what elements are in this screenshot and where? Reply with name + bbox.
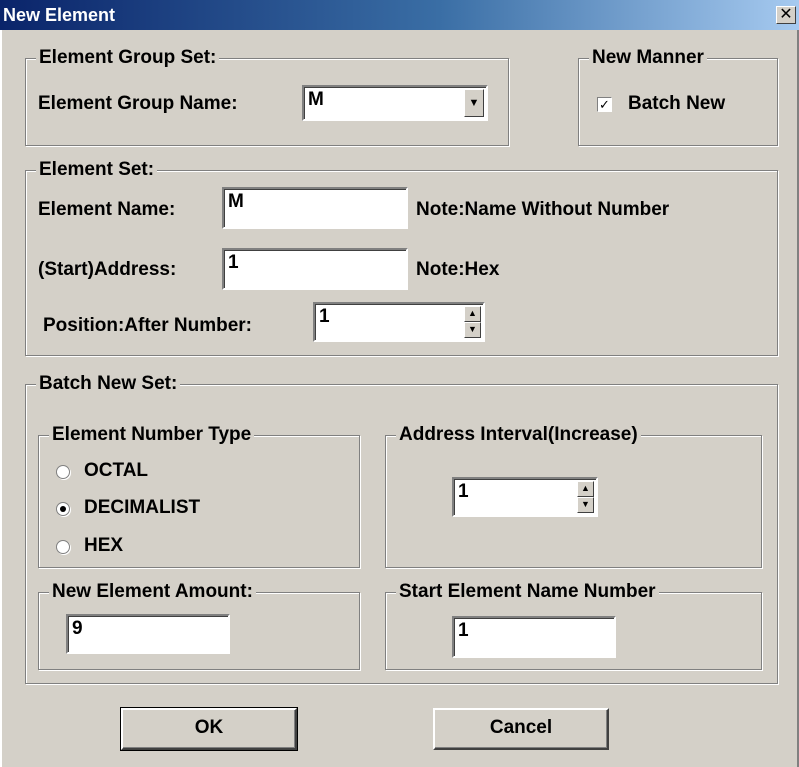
position-after-number-label: Position:After Number:: [43, 315, 252, 336]
new-element-amount-value: 9: [72, 618, 83, 639]
address-interval-legend: Address Interval(Increase): [396, 424, 641, 446]
element-group-set-legend: Element Group Set:: [36, 47, 220, 69]
radio-octal[interactable]: [56, 465, 70, 479]
radio-decimalist-label: DECIMALIST: [84, 497, 201, 518]
spin-down-icon[interactable]: ▼: [577, 497, 594, 513]
cancel-button[interactable]: Cancel: [433, 708, 609, 750]
start-address-value: 1: [228, 252, 239, 273]
window-border-left: [0, 30, 2, 767]
address-interval-stepper[interactable]: 1 ▲ ▼: [452, 477, 598, 517]
radio-hex[interactable]: [56, 540, 70, 554]
new-manner-legend: New Manner: [589, 47, 707, 69]
element-name-note: Note:Name Without Number: [416, 199, 670, 220]
element-name-value: M: [228, 191, 244, 212]
title-bar: New Element ✕: [0, 0, 799, 30]
element-group-name-select[interactable]: M ▼: [302, 85, 488, 121]
element-set-legend: Element Set:: [36, 159, 158, 181]
window-title: New Element: [3, 5, 116, 25]
start-element-name-number-legend: Start Element Name Number: [396, 581, 659, 603]
start-address-label: (Start)Address:: [38, 259, 177, 280]
new-element-amount-input[interactable]: 9: [66, 614, 230, 654]
address-interval-value: 1: [458, 481, 469, 502]
close-icon[interactable]: ✕: [776, 6, 796, 24]
spin-down-icon[interactable]: ▼: [464, 322, 481, 338]
radio-decimalist[interactable]: [56, 502, 70, 516]
position-after-number-stepper[interactable]: 1 ▲ ▼: [313, 302, 485, 342]
chevron-down-icon[interactable]: ▼: [464, 89, 484, 117]
start-address-input[interactable]: 1: [222, 248, 408, 290]
spin-up-icon[interactable]: ▲: [577, 481, 594, 497]
batch-new-set-legend: Batch New Set:: [36, 373, 181, 395]
new-element-amount-legend: New Element Amount:: [49, 581, 256, 603]
radio-hex-label: HEX: [84, 535, 124, 556]
batch-new-label: Batch New: [628, 93, 726, 114]
radio-octal-label: OCTAL: [84, 460, 149, 481]
element-group-name-label: Element Group Name:: [38, 93, 238, 114]
start-element-name-number-input[interactable]: 1: [452, 616, 616, 658]
element-name-input[interactable]: M: [222, 187, 408, 229]
ok-button[interactable]: OK: [120, 707, 298, 751]
spin-up-icon[interactable]: ▲: [464, 306, 481, 322]
address-note: Note:Hex: [416, 259, 500, 280]
start-element-name-number-value: 1: [458, 620, 469, 641]
position-after-number-value: 1: [319, 306, 330, 327]
position-spinner: ▲ ▼: [464, 306, 481, 338]
interval-spinner: ▲ ▼: [577, 481, 594, 513]
element-group-name-value: M: [308, 89, 324, 110]
element-number-type-legend: Element Number Type: [49, 424, 255, 446]
batch-new-checkbox[interactable]: ✓: [597, 97, 612, 112]
element-name-label: Element Name:: [38, 199, 176, 220]
